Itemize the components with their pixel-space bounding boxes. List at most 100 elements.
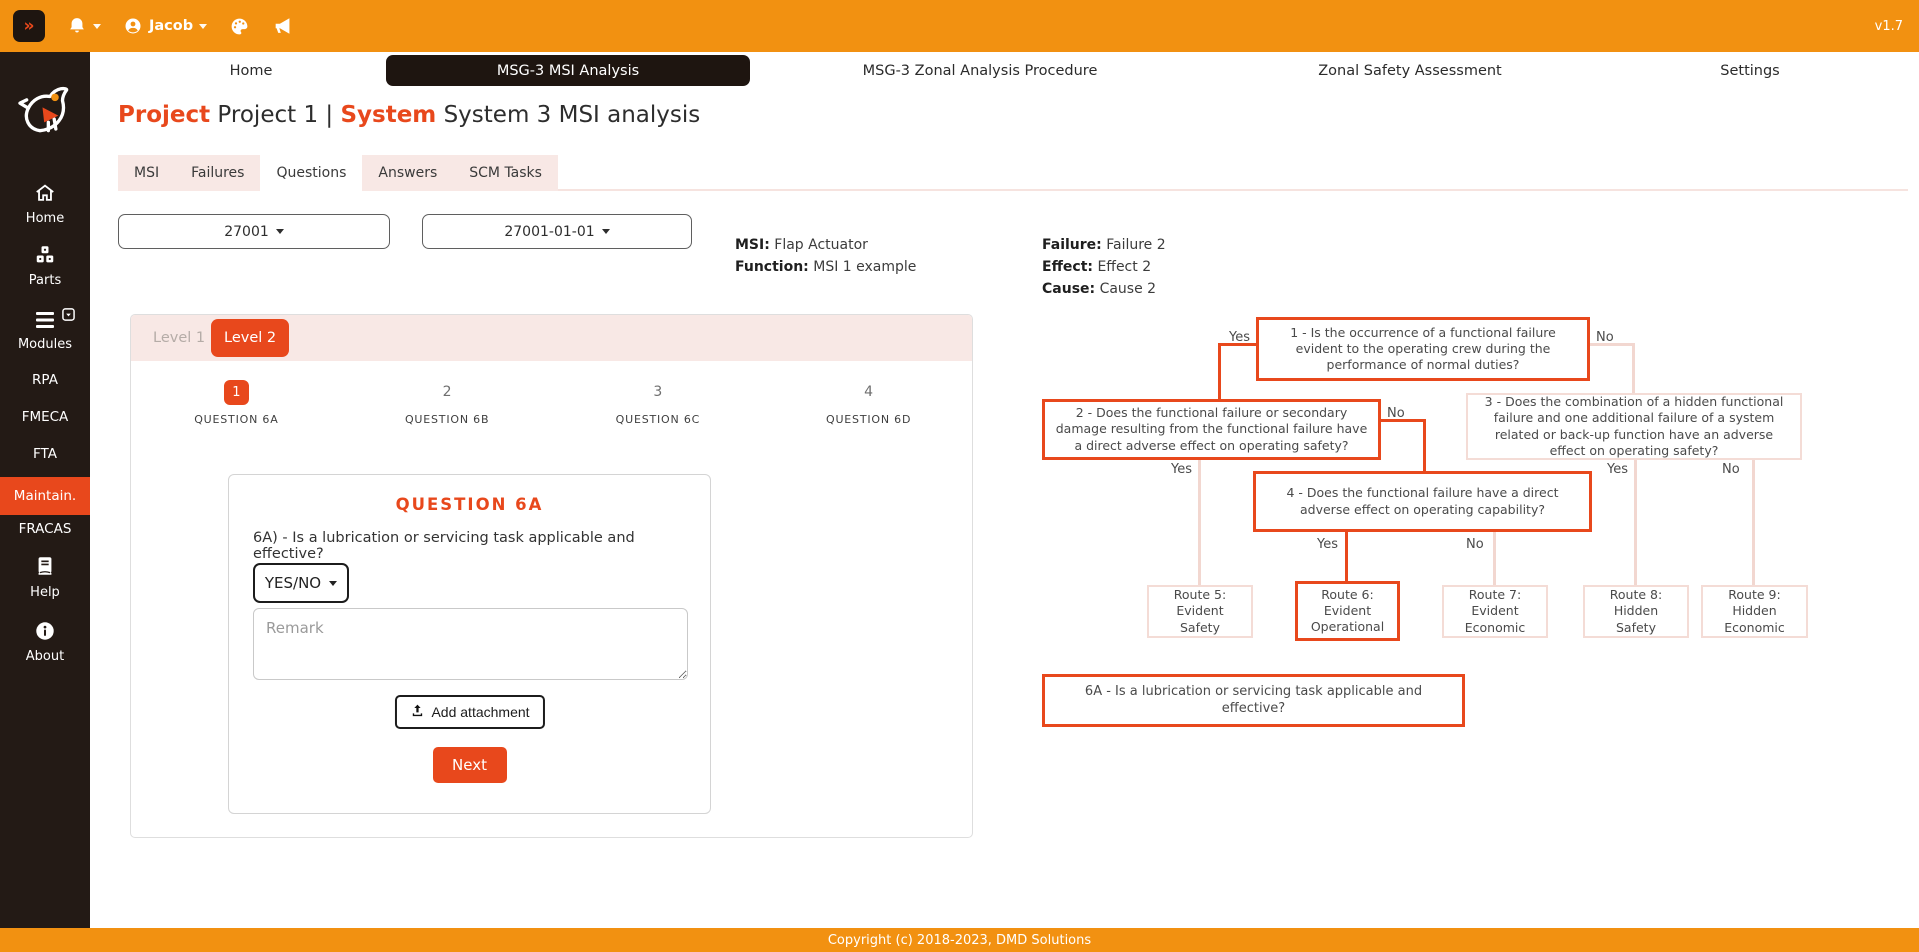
function-value: MSI 1 example [813, 259, 916, 275]
flow-node-route-5: Route 5: Evident Safety [1147, 585, 1253, 638]
sidebar-item-home[interactable]: Home [0, 182, 90, 226]
notifications-menu[interactable] [67, 16, 101, 36]
cause-line: Cause: Cause 2 [1042, 278, 1166, 300]
modules-dropdown-icon[interactable] [62, 308, 75, 325]
tab-level-2[interactable]: Level 2 [211, 319, 289, 357]
announcements-button[interactable] [272, 15, 294, 37]
msi-label: MSI: [735, 237, 770, 253]
flow-label-q1-yes: Yes [1200, 330, 1250, 345]
answer-select[interactable]: YES/NO [253, 563, 349, 603]
msi-select[interactable]: 27001 [118, 214, 390, 249]
palette-icon [229, 16, 250, 37]
theme-button[interactable] [229, 16, 250, 37]
msi-value: Flap Actuator [774, 237, 868, 253]
flow-node-route-9: Route 9: Hidden Economic [1701, 585, 1808, 638]
sidebar-item-fmeca[interactable]: FMECA [0, 409, 90, 425]
questions-panel: Level 1 Level 2 1 QUESTION 6A 2 QUESTION… [130, 314, 973, 838]
upload-icon [409, 703, 424, 721]
system-value: System 3 MSI analysis [436, 102, 700, 128]
sidebar-item-about[interactable]: About [0, 620, 90, 664]
nav-msg3-msi-analysis[interactable]: MSG-3 MSI Analysis [386, 55, 750, 86]
function-line: Function: MSI 1 example [735, 256, 916, 278]
sidebar-item-label: FTA [33, 446, 57, 462]
tab-scm-tasks[interactable]: SCM Tasks [453, 155, 558, 191]
app-logo [0, 78, 90, 140]
step-label: QUESTION 6C [553, 413, 764, 426]
nav-home[interactable]: Home [230, 56, 273, 86]
project-label: Project [118, 102, 210, 128]
step-question-6d[interactable]: 4 QUESTION 6D [763, 379, 974, 426]
question-text: 6A) - Is a lubrication or servicing task… [253, 530, 686, 562]
parts-icon [33, 255, 57, 270]
sidebar-item-label: Parts [0, 273, 90, 288]
flow-label-q2-no: No [1387, 406, 1405, 421]
modules-icon [33, 319, 57, 334]
caret-down-icon [276, 229, 284, 234]
flow-node-q2: 2 - Does the functional failure or secon… [1042, 399, 1381, 460]
sidebar-item-modules[interactable]: Modules [0, 310, 90, 352]
flow-node-q1: 1 - Is the occurrence of a functional fa… [1256, 317, 1590, 381]
sidebar-item-parts[interactable]: Parts [0, 244, 90, 288]
tab-answers[interactable]: Answers [362, 155, 453, 191]
tab-failures[interactable]: Failures [175, 155, 260, 191]
sidebar-item-maintain[interactable]: Maintain. [0, 477, 90, 515]
step-question-6a[interactable]: 1 QUESTION 6A [131, 379, 342, 426]
sidebar-item-label: Maintain. [14, 488, 76, 504]
nav-settings[interactable]: Settings [1720, 56, 1779, 86]
failure-info: Failure: Failure 2 Effect: Effect 2 Caus… [1042, 234, 1166, 300]
flow-label-q4-yes: Yes [1290, 537, 1338, 552]
step-question-6b[interactable]: 2 QUESTION 6B [342, 379, 553, 426]
step-label: QUESTION 6B [342, 413, 553, 426]
step-question-6c[interactable]: 3 QUESTION 6C [553, 379, 764, 426]
task-select[interactable]: 27001-01-01 [422, 214, 692, 249]
sidebar-item-label: Home [0, 211, 90, 226]
cause-label: Cause: [1042, 281, 1095, 297]
sidebar-item-label: Modules [0, 337, 90, 352]
failure-value: Failure 2 [1106, 237, 1165, 253]
tab-level-1[interactable]: Level 1 [153, 315, 205, 361]
sidebar-item-label: FMECA [22, 409, 69, 425]
next-button[interactable]: Next [433, 747, 507, 783]
help-icon [34, 567, 56, 582]
nav-zonal-safety-assessment[interactable]: Zonal Safety Assessment [1318, 56, 1502, 86]
sidebar-collapse-button[interactable]: » [13, 10, 45, 42]
add-attachment-button[interactable]: Add attachment [394, 695, 544, 729]
sidebar-item-label: RPA [32, 372, 58, 388]
footer: Copyright (c) 2018-2023, DMD Solutions [0, 928, 1919, 952]
megaphone-icon [272, 15, 294, 37]
answer-select-value: YES/NO [265, 574, 321, 592]
sidebar-item-fta[interactable]: FTA [0, 446, 90, 462]
sidebar-item-fracas[interactable]: FRACAS [0, 521, 90, 537]
page-title: Project Project 1 | System System 3 MSI … [118, 102, 700, 128]
tab-questions[interactable]: Questions [260, 155, 362, 191]
failure-label: Failure: [1042, 237, 1102, 253]
sidebar-item-rpa[interactable]: RPA [0, 372, 90, 388]
system-label: System [340, 102, 436, 128]
question-card: QUESTION 6A 6A) - Is a lubrication or se… [228, 474, 711, 814]
copyright-text: Copyright (c) 2018-2023, DMD Solutions [828, 933, 1091, 948]
sidebar-item-help[interactable]: Help [0, 554, 90, 600]
remark-input[interactable] [253, 608, 688, 680]
flow-label-q4-no: No [1466, 537, 1484, 552]
sidebar-item-label: Help [0, 585, 90, 600]
flow-label-q3-no: No [1722, 462, 1740, 477]
chevron-down-icon [199, 24, 207, 29]
tab-msi[interactable]: MSI [118, 155, 175, 191]
main-content: Home MSG-3 MSI Analysis MSG-3 Zonal Anal… [90, 52, 1919, 928]
bell-icon [67, 16, 87, 36]
cause-value: Cause 2 [1100, 281, 1157, 297]
tab-strip: MSI Failures Questions Answers SCM Tasks [118, 155, 558, 191]
top-bar: » Jacob v1.7 [0, 0, 1919, 52]
msi-line: MSI: Flap Actuator [735, 234, 916, 256]
step-label: QUESTION 6A [131, 413, 342, 426]
sidebar-item-label: About [0, 649, 90, 664]
sidebar-item-label: FRACAS [19, 521, 72, 537]
user-menu[interactable]: Jacob [123, 16, 207, 36]
msi-info: MSI: Flap Actuator Function: MSI 1 examp… [735, 234, 916, 278]
nav-msg3-zonal-analysis[interactable]: MSG-3 Zonal Analysis Procedure [863, 56, 1098, 86]
flow-node-route-6: Route 6: Evident Operational [1295, 581, 1400, 641]
level-tabs: Level 1 Level 2 [131, 315, 972, 361]
effect-value: Effect 2 [1097, 259, 1151, 275]
info-icon [34, 631, 56, 646]
flow-label-q2-yes: Yes [1146, 462, 1192, 477]
